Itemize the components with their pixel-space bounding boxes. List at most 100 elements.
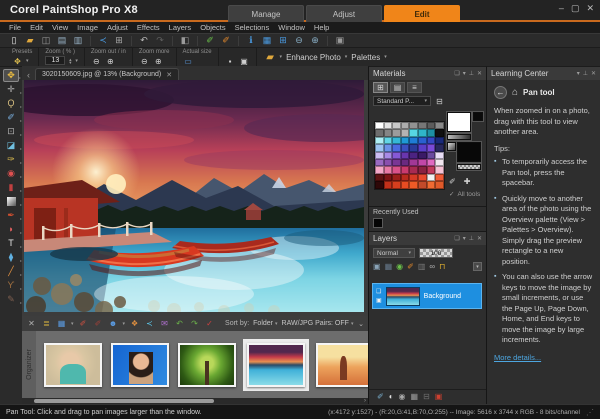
text-tool[interactable]: T▸ <box>3 237 19 250</box>
color-swatch-8-1[interactable] <box>384 181 393 188</box>
zoom-more-out-icon[interactable]: ⊖ <box>139 56 150 66</box>
color-swatch-6-7[interactable] <box>435 166 444 173</box>
resize-grip-icon[interactable]: ⋰ <box>586 408 594 417</box>
menu-file[interactable]: File <box>9 23 21 32</box>
mixer-tab[interactable]: ≡ <box>407 82 422 93</box>
open-file-icon[interactable]: ▰ <box>24 35 36 47</box>
rotate-left-brush-icon[interactable]: ✐ <box>78 318 89 329</box>
workspace-tab-edit[interactable]: Edit <box>384 5 460 22</box>
foreground-color-chip[interactable] <box>473 112 483 121</box>
color-swatch-2-3[interactable] <box>401 137 410 144</box>
menu-edit[interactable]: Edit <box>30 23 43 32</box>
palettes-dropdown[interactable]: ▾ <box>384 54 387 60</box>
zoom-out-icon[interactable]: ⊖ <box>91 56 102 66</box>
people-tag-icon[interactable]: ☻ <box>108 318 119 329</box>
color-chip-icon[interactable]: ▣ <box>435 392 443 401</box>
resize-icon[interactable]: ⊞ <box>277 35 289 47</box>
color-swatch-6-6[interactable] <box>427 166 436 173</box>
color-swatch-2-1[interactable] <box>384 137 393 144</box>
photo-tree[interactable] <box>176 341 238 389</box>
color-swatch-5-3[interactable] <box>401 159 410 166</box>
learning-center-header[interactable]: Learning Center ▾⊥✕ <box>487 67 600 80</box>
menu-layers[interactable]: Layers <box>169 23 192 32</box>
menu-window[interactable]: Window <box>278 23 305 32</box>
color-swatch-8-2[interactable] <box>392 181 401 188</box>
color-swatch-2-4[interactable] <box>409 137 418 144</box>
share-tray-icon[interactable]: ≺ <box>144 318 155 329</box>
color-swatch-0-1[interactable] <box>384 122 393 129</box>
pattern-icon[interactable]: ▦ <box>411 392 419 401</box>
layers-control-icon-1[interactable]: ▾ <box>463 235 466 242</box>
color-swatch-2-2[interactable] <box>392 137 401 144</box>
print-icon[interactable]: ⊞ <box>113 35 125 47</box>
mask-icon[interactable]: ▥ <box>418 262 426 271</box>
color-swatch-5-6[interactable] <box>427 159 436 166</box>
magnifier-icon[interactable]: ◉ <box>399 392 406 401</box>
menu-selections[interactable]: Selections <box>235 23 270 32</box>
straighten-tool[interactable]: ◪▸ <box>3 139 19 152</box>
materials-control-icon-1[interactable]: ▾ <box>463 70 466 77</box>
zoom-more-in-icon[interactable]: ⊕ <box>153 56 164 66</box>
color-swatch-0-4[interactable] <box>409 122 418 129</box>
new-group-icon[interactable]: ▦ <box>385 262 393 271</box>
delete-swatch-icon[interactable]: ⊟ <box>434 96 445 106</box>
visibility-toggle-icon[interactable]: ◉ <box>396 262 403 271</box>
color-swatch-8-4[interactable] <box>409 181 418 188</box>
photo-girl[interactable] <box>42 341 104 389</box>
color-swatch-4-4[interactable] <box>409 152 418 159</box>
color-swatch-1-4[interactable] <box>409 129 418 136</box>
color-swatch-5-0[interactable] <box>375 159 384 166</box>
close-button[interactable]: ✕ <box>586 3 594 14</box>
layer-pair-icon[interactable]: ▣ <box>376 297 382 304</box>
document-tab[interactable]: 3020150609.jpg @ 13% (Background) ✕ <box>35 68 179 80</box>
menu-adjust[interactable]: Adjust <box>107 23 128 32</box>
color-swatch-3-2[interactable] <box>392 144 401 151</box>
clone-brush-icon[interactable]: ✐ <box>204 35 216 47</box>
zoom-percent-input[interactable]: 13 <box>45 56 65 65</box>
brush-variance-icon[interactable]: ✐ <box>377 392 384 401</box>
background-style-strip[interactable] <box>457 164 481 170</box>
color-swatch-8-0[interactable] <box>375 181 384 188</box>
crop-tool[interactable]: ⊡▸ <box>3 125 19 138</box>
layers-control-icon-3[interactable]: ✕ <box>477 235 482 242</box>
gradient-tab[interactable]: ▤ <box>390 82 405 93</box>
actual-size-icon[interactable]: ▭ <box>183 56 194 66</box>
color-swatch-8-6[interactable] <box>427 181 436 188</box>
swatches-tab[interactable]: ⊞ <box>373 82 388 93</box>
color-swatch-7-3[interactable] <box>401 174 410 181</box>
menu-objects[interactable]: Objects <box>200 23 225 32</box>
move-tool[interactable]: ✛▸ <box>3 83 19 96</box>
blend-mode-dropdown[interactable]: Normal▾ <box>373 248 415 258</box>
more-details-link[interactable]: More details... <box>494 353 541 364</box>
color-swatch-7-2[interactable] <box>392 174 401 181</box>
mixer-page-icon[interactable]: ◐ <box>389 392 394 401</box>
color-swatch-5-4[interactable] <box>409 159 418 166</box>
color-swatch-3-1[interactable] <box>384 144 393 151</box>
screenshot-icon[interactable]: ◧ <box>179 35 191 47</box>
rotate-right-brush-icon[interactable]: ✐ <box>93 318 104 329</box>
makeover-tool[interactable]: ▮▸ <box>3 181 19 194</box>
enhance-photo-dropdown[interactable]: ▾ <box>345 54 348 60</box>
color-swatch-2-0[interactable] <box>375 137 384 144</box>
color-swatch-4-2[interactable] <box>392 152 401 159</box>
new-image-icon[interactable]: ▯ <box>8 35 20 47</box>
color-swatch-6-2[interactable] <box>392 166 401 173</box>
color-swatch-3-6[interactable] <box>427 144 436 151</box>
zoom-dropdown-arrow[interactable]: ▾ <box>75 58 78 64</box>
materials-header[interactable]: Materials ❑▾⊥✕ <box>369 67 486 80</box>
color-swatch-7-7[interactable] <box>435 174 444 181</box>
color-swatch-7-5[interactable] <box>418 174 427 181</box>
flag-check-icon[interactable]: ✓ <box>204 318 215 329</box>
recent-color-swatch[interactable] <box>373 218 383 228</box>
color-swatch-4-1[interactable] <box>384 152 393 159</box>
color-swatch-6-0[interactable] <box>375 166 384 173</box>
background-color-chip[interactable] <box>447 142 456 151</box>
zoom-in-icon[interactable]: ⊕ <box>309 35 321 47</box>
layer-visibility-icon[interactable]: ❑ <box>376 288 382 295</box>
freehand-selection-tool[interactable]: ✐▸ <box>3 111 19 124</box>
red-eye-tool[interactable]: ◉▸ <box>3 167 19 180</box>
color-swatch-3-3[interactable] <box>401 144 410 151</box>
color-swatch-2-7[interactable] <box>435 137 444 144</box>
shape-tool[interactable]: ⧫▸ <box>3 251 19 264</box>
materials-control-icon-2[interactable]: ⊥ <box>469 70 474 77</box>
